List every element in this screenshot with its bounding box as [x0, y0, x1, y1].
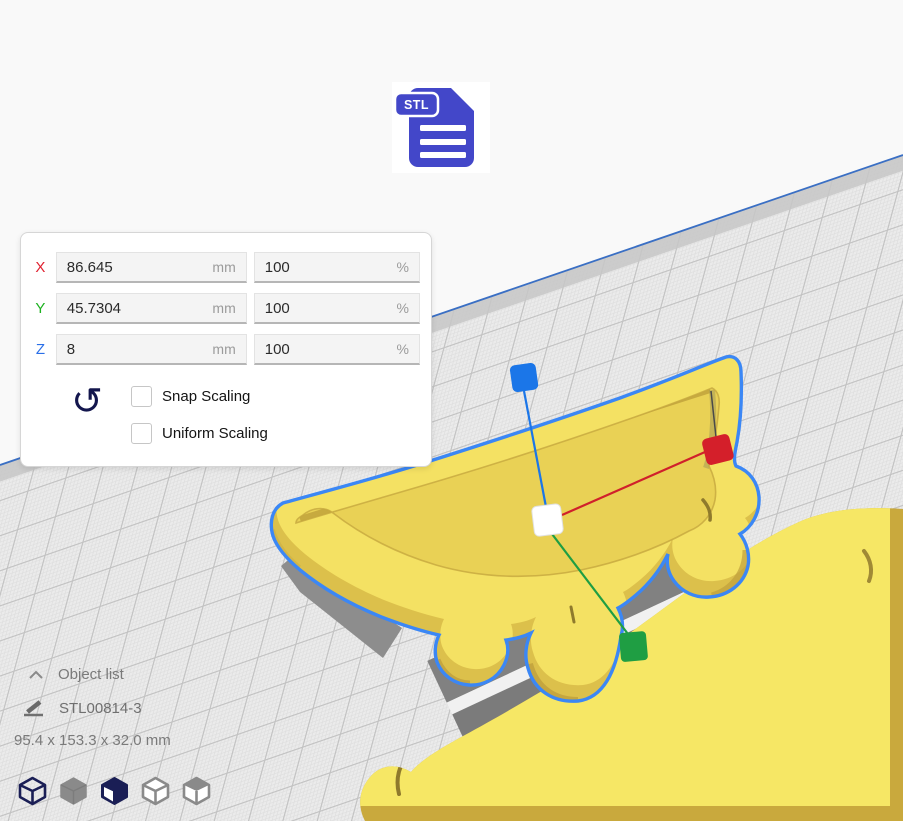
stl-badge-label: STL	[404, 98, 429, 112]
axis-y-label: Y	[32, 300, 49, 317]
scale-y-percent-unit: %	[397, 300, 409, 316]
scale-handle-z[interactable]	[509, 362, 539, 392]
scale-y-mm-unit: mm	[212, 300, 235, 316]
object-name: STL00814-3	[59, 700, 142, 717]
scale-x-mm-field[interactable]: 86.645 mm	[56, 252, 247, 283]
scale-tool-panel: X 86.645 mm 100 % Y 45.7304 mm 100 % Z	[20, 232, 432, 467]
object-list-item[interactable]: STL00814-3	[14, 697, 274, 719]
scale-y-mm-field[interactable]: 45.7304 mm	[56, 293, 247, 324]
scale-x-percent-unit: %	[397, 259, 409, 275]
scale-handle-uniform[interactable]	[531, 503, 563, 536]
scale-x-mm-value: 86.645	[67, 259, 113, 276]
scale-z-percent-field[interactable]: 100 %	[254, 334, 420, 365]
right-view-icon	[180, 774, 213, 807]
top-view-button[interactable]	[97, 774, 131, 810]
snap-scaling-checkbox[interactable]	[131, 386, 152, 407]
uniform-scaling-option[interactable]: Uniform Scaling	[131, 423, 268, 444]
right-view-button[interactable]	[179, 774, 213, 810]
scale-y-mm-value: 45.7304	[67, 300, 121, 317]
reset-scale-icon: ↺	[71, 379, 103, 423]
scale-x-mm-unit: mm	[212, 259, 235, 275]
object-list-panel: Object list STL00814-3 95.4 x 153.3 x 32…	[14, 666, 274, 749]
left-view-icon	[139, 774, 172, 807]
snap-scaling-label: Snap Scaling	[162, 388, 250, 405]
scale-row-x: X 86.645 mm 100 %	[32, 252, 420, 283]
top-view-icon	[98, 774, 131, 807]
scale-z-mm-unit: mm	[212, 341, 235, 357]
on-buildplate-icon	[21, 697, 47, 719]
left-view-button[interactable]	[138, 774, 172, 810]
axis-z-label: Z	[32, 341, 49, 358]
scale-z-percent-unit: %	[397, 341, 409, 357]
object-dimensions: 95.4 x 153.3 x 32.0 mm	[14, 732, 274, 749]
chevron-up-icon	[27, 669, 45, 681]
scale-x-percent-field[interactable]: 100 %	[254, 252, 420, 283]
stl-file-icon: STL	[392, 82, 490, 173]
scale-row-z: Z 8 mm 100 %	[32, 334, 420, 365]
object-list-header[interactable]: Object list	[14, 666, 274, 683]
axis-x-label: X	[32, 259, 49, 276]
scale-handle-y[interactable]	[619, 631, 648, 662]
scale-z-percent-value: 100	[265, 341, 290, 358]
front-view-button[interactable]	[56, 774, 90, 810]
scale-y-percent-value: 100	[265, 300, 290, 317]
uniform-scaling-checkbox[interactable]	[131, 423, 152, 444]
cura-3d-viewport: X 86.645 mm 100 % Y 45.7304 mm 100 % Z	[0, 0, 903, 821]
scale-z-mm-field[interactable]: 8 mm	[56, 334, 247, 365]
uniform-scaling-label: Uniform Scaling	[162, 425, 268, 442]
3d-view-icon	[16, 774, 49, 807]
reset-scale-button[interactable]: ↺	[65, 379, 109, 423]
snap-scaling-option[interactable]: Snap Scaling	[131, 386, 250, 407]
scale-x-percent-value: 100	[265, 259, 290, 276]
front-view-icon	[57, 774, 90, 807]
scale-y-percent-field[interactable]: 100 %	[254, 293, 420, 324]
stl-document-icon: STL	[392, 82, 490, 173]
camera-view-toolbar	[15, 774, 213, 810]
scale-z-mm-value: 8	[67, 341, 75, 358]
scale-row-y: Y 45.7304 mm 100 %	[32, 293, 420, 324]
3d-view-button[interactable]	[15, 774, 49, 810]
object-list-title: Object list	[58, 666, 124, 683]
